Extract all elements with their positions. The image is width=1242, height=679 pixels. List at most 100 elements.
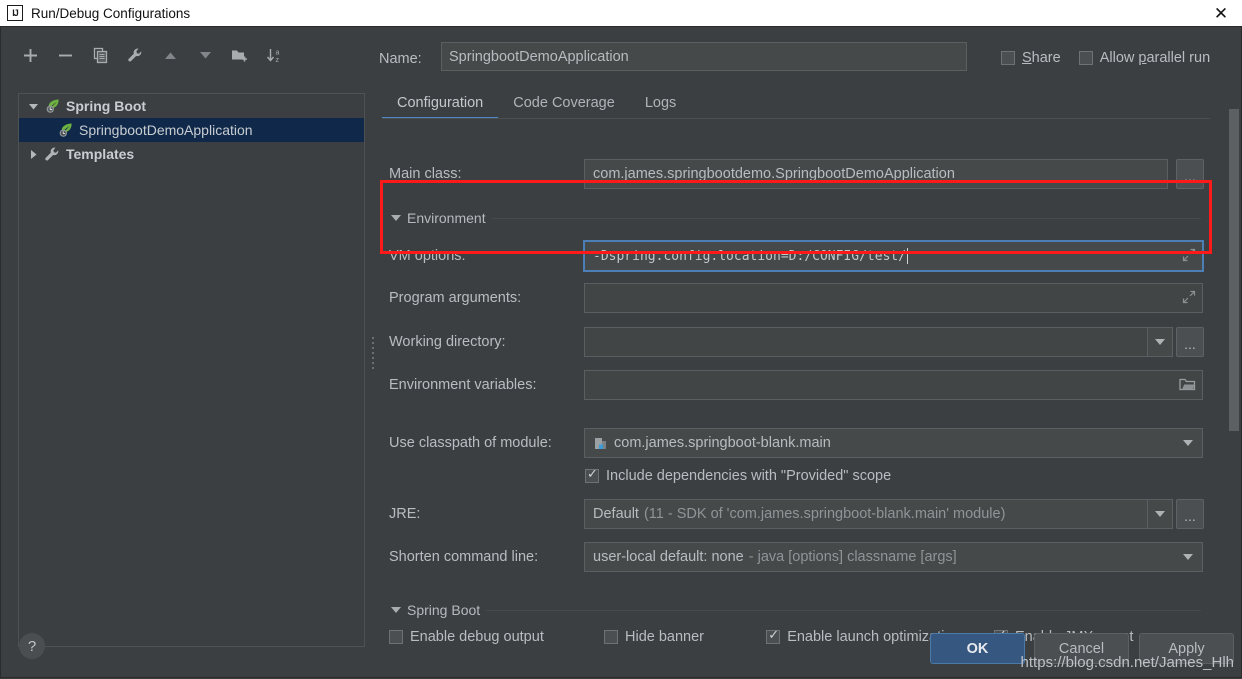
wrench-icon — [44, 146, 61, 163]
working-directory-label: Working directory: — [389, 334, 506, 350]
classpath-module-row: Use classpath of module: — [389, 428, 552, 458]
configuration-form: Main class: com.james.springbootdemo.Spr… — [379, 123, 1219, 653]
environment-section-label: Environment — [407, 210, 486, 226]
wrench-icon[interactable] — [122, 42, 148, 68]
working-directory-browse-button[interactable]: ... — [1176, 327, 1204, 357]
configurations-tree[interactable]: Spring Boot SpringbootDemoApplication — [18, 93, 365, 647]
dialog-footer: ? OK Cancel Apply — [1, 625, 1241, 677]
ok-button[interactable]: OK — [930, 633, 1025, 664]
classpath-module-label: Use classpath of module: — [389, 435, 552, 451]
program-arguments-label: Program arguments: — [389, 290, 521, 306]
top-checkboxes: Share Allow parallel run — [1001, 46, 1210, 70]
chevron-down-icon[interactable] — [391, 215, 401, 221]
environment-variables-row: Environment variables: — [389, 370, 537, 400]
main-class-input[interactable]: com.james.springbootdemo.SpringbootDemoA… — [584, 159, 1168, 189]
tab-logs[interactable]: Logs — [630, 89, 691, 119]
run-debug-configurations-dialog: a z Spring Boot — [0, 26, 1242, 678]
checkbox-box[interactable] — [1079, 51, 1093, 65]
tab-bar: Configuration Code Coverage Logs — [382, 87, 1210, 119]
shorten-command-line-label: Shorten command line: — [389, 549, 538, 565]
allow-parallel-run-checkbox[interactable]: Allow parallel run — [1079, 50, 1210, 66]
main-class-browse-button[interactable]: ... — [1176, 159, 1204, 189]
main-class-label: Main class: — [389, 166, 462, 182]
tree-item-label: Templates — [66, 146, 134, 162]
allow-parallel-run-label: Allow parallel run — [1100, 50, 1210, 66]
program-arguments-input[interactable] — [584, 283, 1203, 313]
program-arguments-row: Program arguments: — [389, 283, 521, 313]
main-class-row: Main class: — [389, 159, 462, 189]
vm-options-row: VM options: — [389, 241, 466, 271]
window-title: Run/Debug Configurations — [31, 6, 190, 21]
move-down-button[interactable] — [192, 42, 218, 68]
add-button[interactable] — [17, 42, 43, 68]
working-directory-input[interactable] — [584, 327, 1148, 357]
sort-az-icon[interactable]: a z — [262, 42, 288, 68]
jre-value-secondary: (11 - SDK of 'com.james.springboot-blank… — [644, 506, 1005, 522]
environment-variables-input[interactable] — [584, 370, 1203, 400]
vm-options-value: -Dspring.config.location=D:/CONFIG/test/ — [593, 249, 906, 264]
environment-section-header[interactable]: Environment — [391, 209, 1201, 227]
checkbox-box[interactable] — [1001, 51, 1015, 65]
svg-text:z: z — [276, 57, 280, 64]
move-up-button[interactable] — [157, 42, 183, 68]
scrollbar-thumb[interactable] — [1229, 109, 1239, 431]
chevron-down-icon[interactable] — [1183, 440, 1193, 446]
jre-row: JRE: — [389, 499, 420, 529]
classpath-module-value: com.james.springboot-blank.main — [614, 435, 831, 451]
shorten-command-line-value-primary: user-local default: none — [593, 549, 744, 565]
copy-button[interactable] — [87, 42, 113, 68]
chevron-down-icon[interactable] — [25, 98, 41, 114]
apply-button[interactable]: Apply — [1139, 633, 1234, 664]
spring-boot-section-label: Spring Boot — [407, 602, 480, 618]
chevron-down-icon[interactable] — [1183, 554, 1193, 560]
section-divider — [486, 610, 1201, 611]
window-titlebar: IJ Run/Debug Configurations ✕ — [0, 0, 1242, 26]
new-folder-button[interactable] — [227, 42, 253, 68]
share-checkbox[interactable]: Share — [1001, 50, 1061, 66]
remove-button[interactable] — [52, 42, 78, 68]
tree-item-springbootdemoapplication[interactable]: SpringbootDemoApplication — [19, 118, 364, 142]
share-label: Share — [1022, 50, 1061, 66]
chevron-down-icon — [1155, 511, 1165, 517]
classpath-module-select[interactable]: com.james.springboot-blank.main — [584, 428, 1203, 458]
tab-code-coverage[interactable]: Code Coverage — [498, 89, 630, 119]
include-provided-scope-label: Include dependencies with "Provided" sco… — [606, 468, 891, 484]
tab-configuration[interactable]: Configuration — [382, 89, 498, 119]
spring-leaf-icon — [57, 122, 74, 139]
spring-boot-section-header[interactable]: Spring Boot — [391, 601, 1201, 619]
spring-leaf-icon — [44, 98, 61, 115]
checkbox-box[interactable] — [585, 469, 599, 483]
vm-options-expand-icon[interactable] — [1181, 247, 1197, 263]
shorten-command-line-row: Shorten command line: — [389, 542, 538, 572]
jre-browse-button[interactable]: ... — [1176, 499, 1204, 529]
tree-item-templates[interactable]: Templates — [19, 142, 364, 166]
panel-splitter[interactable] — [369, 327, 376, 379]
environment-variables-folder-icon[interactable] — [1179, 377, 1196, 392]
environment-variables-label: Environment variables: — [389, 377, 537, 393]
intellij-logo-icon: IJ — [7, 5, 23, 21]
configurations-toolbar: a z — [17, 39, 365, 71]
help-button[interactable]: ? — [19, 633, 45, 659]
tree-item-spring-boot[interactable]: Spring Boot — [19, 94, 364, 118]
name-label: Name: — [379, 51, 422, 67]
include-provided-scope-checkbox[interactable]: Include dependencies with "Provided" sco… — [585, 468, 891, 484]
chevron-right-icon[interactable] — [25, 146, 41, 162]
logo-text: IJ — [12, 9, 18, 18]
jre-select[interactable]: Default (11 - SDK of 'com.james.springbo… — [584, 499, 1148, 529]
chevron-down-icon — [1155, 339, 1165, 345]
shorten-command-line-select[interactable]: user-local default: none - java [options… — [584, 542, 1203, 572]
vertical-scrollbar[interactable] — [1226, 83, 1240, 647]
jre-dropdown[interactable] — [1148, 499, 1173, 529]
vm-options-input[interactable]: -Dspring.config.location=D:/CONFIG/test/ — [583, 240, 1204, 272]
close-icon[interactable]: ✕ — [1208, 3, 1234, 23]
tree-item-label: SpringbootDemoApplication — [79, 122, 253, 138]
program-arguments-expand-icon[interactable] — [1181, 289, 1197, 305]
text-cursor — [907, 248, 908, 264]
chevron-down-icon[interactable] — [391, 607, 401, 613]
name-input[interactable]: SpringbootDemoApplication — [441, 42, 967, 71]
jre-label: JRE: — [389, 506, 420, 522]
configuration-panel: Name: SpringbootDemoApplication Share Al… — [379, 27, 1219, 679]
cancel-button[interactable]: Cancel — [1034, 633, 1129, 664]
working-directory-dropdown[interactable] — [1148, 327, 1173, 357]
working-directory-row: Working directory: — [389, 327, 506, 357]
